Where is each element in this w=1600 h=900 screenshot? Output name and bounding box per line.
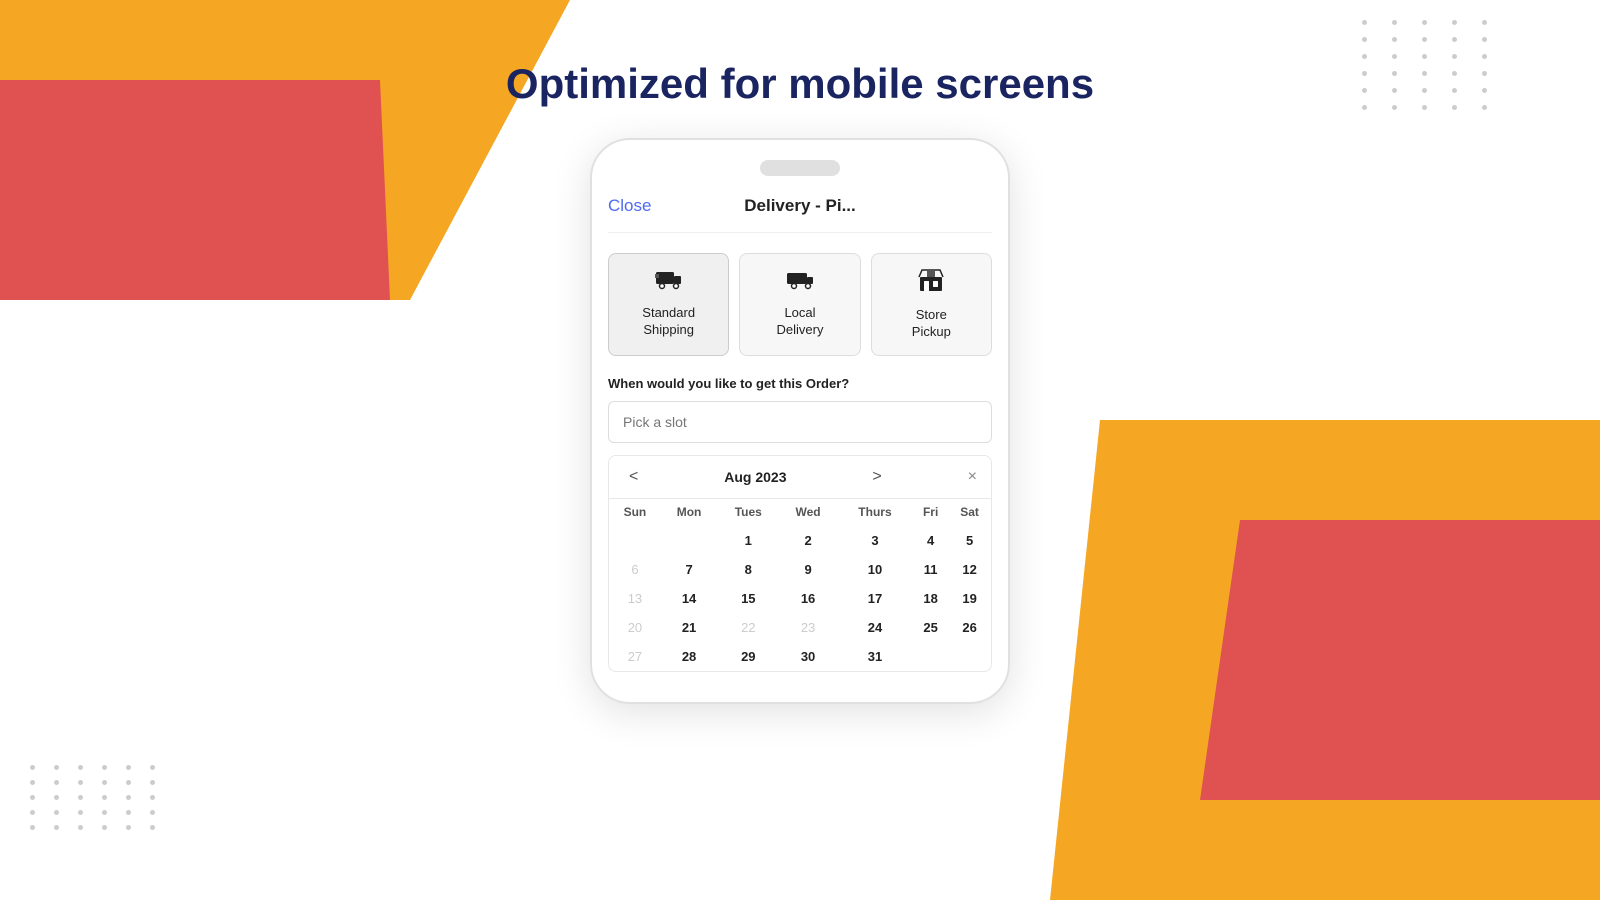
calendar-day[interactable]: 16	[779, 584, 836, 613]
calendar-day: 20	[609, 613, 661, 642]
calendar-day[interactable]: 5	[948, 525, 991, 555]
calendar-day[interactable]: 10	[837, 555, 913, 584]
store-pickup-label: StorePickup	[912, 307, 951, 341]
calendar-day	[661, 525, 717, 555]
calendar-day-header: Thurs	[837, 498, 913, 525]
close-button[interactable]: Close	[608, 196, 651, 216]
calendar-week-row: 12345	[609, 525, 991, 555]
calendar-day[interactable]: 11	[913, 555, 948, 584]
calendar-day: 6	[609, 555, 661, 584]
calendar-header: < Aug 2023 > ×	[609, 456, 991, 498]
dots-bottom-left	[20, 755, 174, 840]
phone-mockup: Close Delivery - Pi... StandardShipping	[590, 138, 1010, 704]
calendar-day[interactable]: 25	[913, 613, 948, 642]
calendar-day: 13	[609, 584, 661, 613]
calendar-day[interactable]: 29	[717, 642, 779, 671]
calendar-week-row: 13141516171819	[609, 584, 991, 613]
calendar-close-button[interactable]: ×	[968, 468, 977, 486]
standard-shipping-icon	[655, 268, 683, 297]
phone-title: Delivery - Pi...	[744, 196, 856, 216]
calendar-day[interactable]: 3	[837, 525, 913, 555]
calendar-week-row: 20212223242526	[609, 613, 991, 642]
calendar-day-header: Tues	[717, 498, 779, 525]
calendar-body: 1234567891011121314151617181920212223242…	[609, 525, 991, 671]
calendar-day	[948, 642, 991, 671]
calendar-week-row: 6789101112	[609, 555, 991, 584]
calendar-day	[609, 525, 661, 555]
standard-shipping-option[interactable]: StandardShipping	[608, 253, 729, 356]
calendar-days-header: SunMonTuesWedThursFriSat	[609, 498, 991, 525]
main-content: Optimized for mobile screens Close Deliv…	[400, 60, 1200, 704]
calendar-day[interactable]: 21	[661, 613, 717, 642]
calendar-day-header: Sun	[609, 498, 661, 525]
calendar-day[interactable]: 24	[837, 613, 913, 642]
calendar-table: SunMonTuesWedThursFriSat 123456789101112…	[609, 498, 991, 671]
calendar-day[interactable]: 4	[913, 525, 948, 555]
next-month-button[interactable]: >	[866, 466, 887, 488]
delivery-options: StandardShipping LocalDelivery	[608, 253, 992, 356]
red-shape-top	[0, 80, 390, 300]
phone-header: Close Delivery - Pi...	[608, 192, 992, 233]
calendar-day[interactable]: 1	[717, 525, 779, 555]
calendar-week-row: 2728293031	[609, 642, 991, 671]
dots-top-right	[1342, 0, 1520, 130]
calendar-day-header: Fri	[913, 498, 948, 525]
calendar-day[interactable]: 30	[779, 642, 836, 671]
slot-question: When would you like to get this Order?	[608, 376, 992, 391]
local-delivery-label: LocalDelivery	[777, 305, 824, 339]
calendar-month: Aug 2023	[724, 469, 786, 485]
calendar-day[interactable]: 8	[717, 555, 779, 584]
calendar-day[interactable]: 28	[661, 642, 717, 671]
calendar-day[interactable]: 9	[779, 555, 836, 584]
calendar-day: 27	[609, 642, 661, 671]
calendar-day[interactable]: 2	[779, 525, 836, 555]
calendar-day	[913, 642, 948, 671]
page-title: Optimized for mobile screens	[506, 60, 1094, 108]
calendar-day[interactable]: 31	[837, 642, 913, 671]
store-pickup-option[interactable]: StorePickup	[871, 253, 992, 356]
local-delivery-icon	[786, 268, 814, 297]
standard-shipping-label: StandardShipping	[642, 305, 695, 339]
local-delivery-option[interactable]: LocalDelivery	[739, 253, 860, 356]
calendar-day: 23	[779, 613, 836, 642]
calendar: < Aug 2023 > × SunMonTuesWedThursFriSat …	[608, 455, 992, 672]
calendar-day[interactable]: 19	[948, 584, 991, 613]
slot-input[interactable]	[608, 401, 992, 443]
calendar-day-header: Wed	[779, 498, 836, 525]
red-shape-right	[1200, 520, 1600, 800]
calendar-day[interactable]: 14	[661, 584, 717, 613]
prev-month-button[interactable]: <	[623, 466, 644, 488]
store-pickup-icon	[918, 268, 944, 299]
calendar-day: 22	[717, 613, 779, 642]
calendar-day[interactable]: 17	[837, 584, 913, 613]
calendar-day-header: Mon	[661, 498, 717, 525]
calendar-day-header: Sat	[948, 498, 991, 525]
calendar-day[interactable]: 7	[661, 555, 717, 584]
calendar-day[interactable]: 26	[948, 613, 991, 642]
calendar-day[interactable]: 18	[913, 584, 948, 613]
phone-notch	[760, 160, 840, 176]
calendar-day[interactable]: 15	[717, 584, 779, 613]
calendar-day[interactable]: 12	[948, 555, 991, 584]
